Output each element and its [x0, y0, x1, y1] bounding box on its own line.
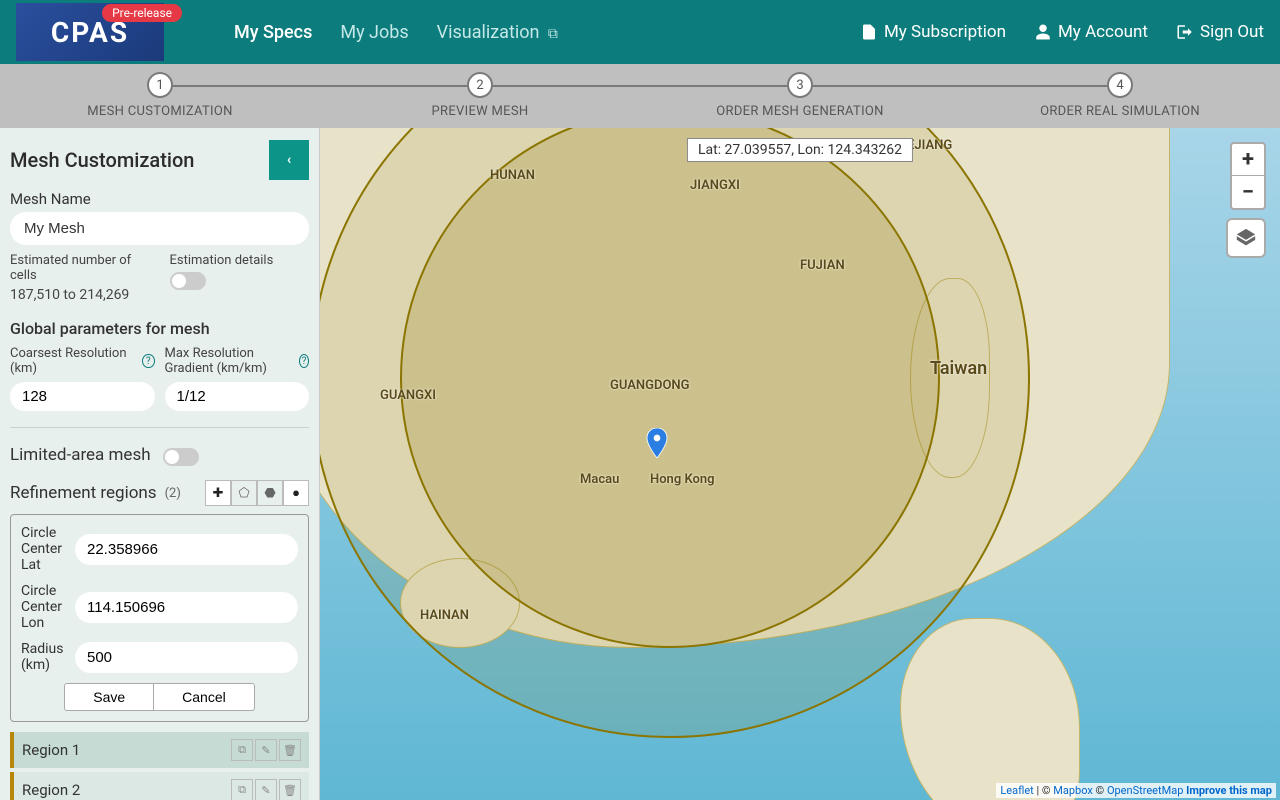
est-details-toggle[interactable]: [170, 272, 206, 290]
region-item-2[interactable]: Region 2 ⧉✎🗑: [10, 772, 309, 800]
region-jiangxi: JIANGXI: [690, 178, 740, 193]
coordinate-display: Lat: 27.039557, Lon: 124.343262: [687, 138, 913, 162]
cancel-button[interactable]: Cancel: [154, 683, 255, 711]
refinement-regions-label: Refinement regions: [10, 483, 157, 503]
global-params-heading: Global parameters for mesh: [10, 319, 309, 338]
circle-lat-label: Circle Center Lat: [21, 525, 75, 573]
app-header: CPAS Pre-release My Specs My Jobs Visual…: [0, 0, 1280, 64]
region-count: (2): [165, 486, 181, 501]
add-region-button[interactable]: ✚: [205, 480, 231, 506]
maxgrad-input[interactable]: [165, 382, 310, 411]
maxgrad-label: Max Resolution Gradient (km/km)?: [165, 346, 310, 376]
region-editor-card: Circle Center Lat Circle Center Lon Radi…: [10, 514, 309, 722]
sidebar-panel: Mesh Customization ‹ Mesh Name Estimated…: [0, 128, 320, 800]
map-attribution: Leaflet | © Mapbox © OpenStreetMap Impro…: [996, 783, 1276, 798]
mesh-name-label: Mesh Name: [10, 190, 309, 208]
help-icon[interactable]: ?: [299, 354, 309, 368]
limited-area-toggle[interactable]: [163, 448, 199, 466]
zoom-control: + −: [1230, 142, 1266, 210]
radius-label: Radius (km): [21, 641, 75, 673]
map-canvas[interactable]: Lat: 27.039557, Lon: 124.343262 + − Hong…: [320, 128, 1280, 800]
region-guangdong: GUANGDONG: [610, 378, 690, 393]
layers-button[interactable]: [1226, 218, 1266, 258]
osm-link[interactable]: OpenStreetMap: [1107, 784, 1183, 797]
est-cells-block: Estimated number of cells187,510 to 214,…: [10, 253, 150, 303]
step-1[interactable]: 1MESH CUSTOMIZATION: [0, 64, 320, 128]
external-link-icon: ⧉: [548, 26, 558, 42]
coarsest-input[interactable]: [10, 382, 155, 411]
nav-my-jobs[interactable]: My Jobs: [340, 22, 408, 43]
philippines-shape: [900, 618, 1080, 800]
prerelease-badge: Pre-release: [102, 4, 182, 22]
radius-input[interactable]: [75, 642, 298, 673]
help-icon[interactable]: ?: [142, 354, 154, 368]
main-nav: My Specs My Jobs Visualization ⧉: [234, 22, 558, 43]
region-item-1[interactable]: Region 1 ⧉✎🗑: [10, 732, 309, 768]
signout-icon: [1176, 23, 1194, 41]
city-hongkong: Hong Kong: [650, 472, 715, 487]
coarsest-label: Coarsest Resolution (km)?: [10, 346, 155, 376]
nav-subscription[interactable]: My Subscription: [860, 22, 1006, 42]
user-bar: My Subscription My Account Sign Out: [860, 22, 1264, 42]
collapse-sidebar-button[interactable]: ‹: [269, 140, 309, 180]
circle-lon-label: Circle Center Lon: [21, 583, 75, 631]
circle-tool-button[interactable]: ●: [283, 480, 309, 506]
copy-icon[interactable]: ⧉: [231, 779, 253, 800]
delete-icon[interactable]: 🗑: [279, 739, 301, 761]
copy-icon[interactable]: ⧉: [231, 739, 253, 761]
step-4[interactable]: 4ORDER REAL SIMULATION: [960, 64, 1280, 128]
panel-title: Mesh Customization: [10, 148, 194, 172]
progress-stepper: 1MESH CUSTOMIZATION 2PREVIEW MESH 3ORDER…: [0, 64, 1280, 128]
main-content: Mesh Customization ‹ Mesh Name Estimated…: [0, 128, 1280, 800]
circle-lat-input[interactable]: [75, 534, 298, 565]
mapbox-link[interactable]: Mapbox: [1053, 784, 1093, 797]
step-3[interactable]: 3ORDER MESH GENERATION: [640, 64, 960, 128]
polygon-tool-button[interactable]: ⬠: [231, 480, 257, 506]
improve-map-link[interactable]: Improve this map: [1186, 784, 1272, 797]
region-hainan: HAINAN: [420, 608, 469, 623]
nav-account[interactable]: My Account: [1034, 22, 1148, 42]
save-button[interactable]: Save: [64, 683, 154, 711]
est-details-block: Estimation details: [170, 253, 310, 303]
limited-area-label: Limited-area mesh: [10, 445, 151, 465]
nav-visualization[interactable]: Visualization ⧉: [437, 22, 558, 43]
region-hunan: HUNAN: [490, 168, 535, 183]
layers-icon: [1235, 227, 1257, 249]
nav-signout[interactable]: Sign Out: [1176, 22, 1264, 42]
stepper-line: [160, 85, 1120, 87]
region-list: Region 1 ⧉✎🗑 Region 2 ⧉✎🗑: [10, 732, 309, 800]
delete-icon[interactable]: 🗑: [279, 779, 301, 800]
file-icon: [860, 23, 878, 41]
center-marker[interactable]: [646, 428, 668, 458]
city-macau: Macau: [580, 472, 619, 487]
edit-icon[interactable]: ✎: [255, 739, 277, 761]
point-tool-button[interactable]: ⬣: [257, 480, 283, 506]
region-guangxi: GUANGXI: [380, 388, 436, 403]
user-icon: [1034, 23, 1052, 41]
zoom-in-button[interactable]: +: [1232, 144, 1264, 176]
divider: [10, 427, 309, 428]
logo-area: CPAS Pre-release: [16, 0, 164, 64]
mesh-name-input[interactable]: [10, 212, 309, 245]
step-2[interactable]: 2PREVIEW MESH: [320, 64, 640, 128]
circle-lon-input[interactable]: [75, 592, 298, 623]
leaflet-link[interactable]: Leaflet: [1000, 784, 1033, 797]
nav-my-specs[interactable]: My Specs: [234, 22, 312, 43]
zoom-out-button[interactable]: −: [1232, 176, 1264, 208]
city-taiwan: Taiwan: [930, 358, 987, 379]
region-fujian: FUJIAN: [800, 258, 845, 273]
edit-icon[interactable]: ✎: [255, 779, 277, 800]
